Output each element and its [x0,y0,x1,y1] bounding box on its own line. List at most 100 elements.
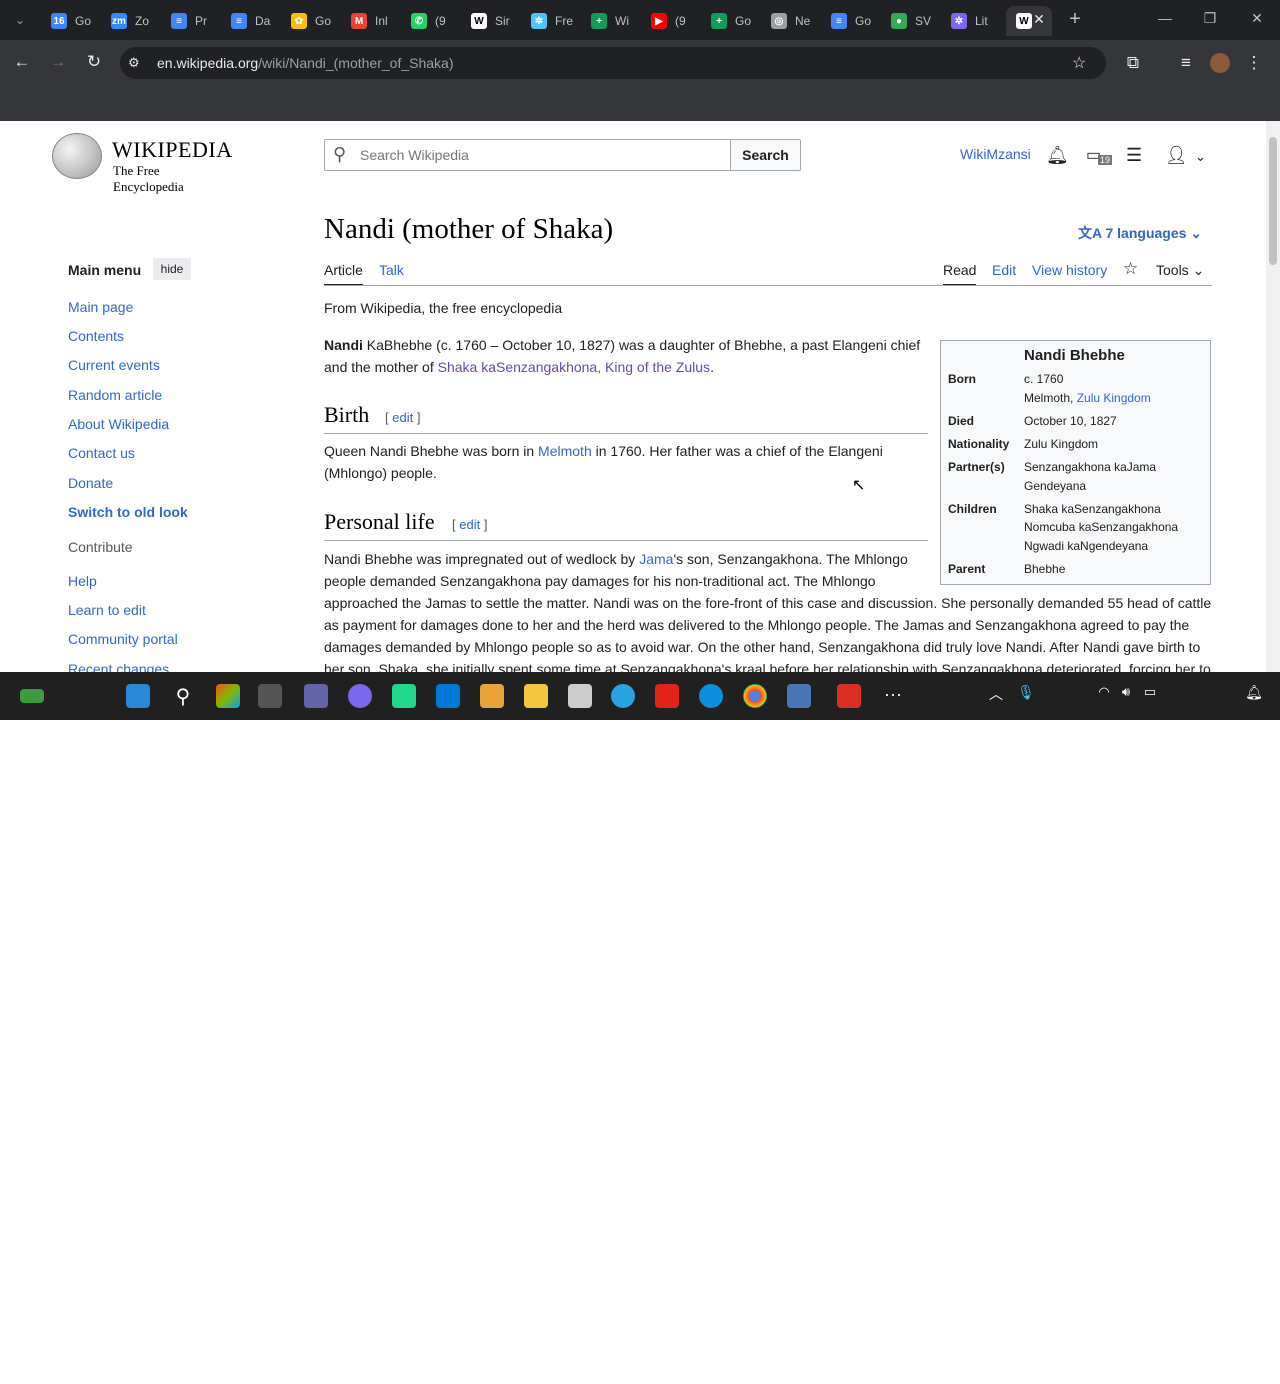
site-info-icon[interactable]: ⚙ [128,55,140,71]
more-apps-icon[interactable]: ··· [881,684,905,708]
tab-search-chevron-icon[interactable]: ⌄ [10,8,30,32]
search-input[interactable]: ⚲ Search Wikipedia [324,139,731,171]
reload-icon[interactable]: ↻ [82,50,106,74]
sidebar-item[interactable]: About Wikipedia [68,416,169,432]
tab-view-history[interactable]: View history [1032,262,1107,278]
browser-tab[interactable]: ✲ Lit [941,6,999,36]
contribute-item[interactable]: Community portal [68,631,178,647]
tab-talk[interactable]: Talk [379,262,404,278]
user-icon[interactable]: 👤︎ [1165,145,1188,166]
search-button[interactable]: Search [730,139,801,171]
extensions-icon[interactable]: ⧉ [1121,51,1145,75]
sidebar-item[interactable]: Donate [68,475,113,491]
watch-star-icon[interactable]: ☆ [1123,259,1138,279]
born-zulu-kingdom-link[interactable]: Zulu Kingdom [1077,391,1151,405]
close-tab-icon[interactable]: ✕ [1029,11,1049,28]
sidebar-item[interactable]: Switch to old look [68,504,188,520]
scrollbar-thumb[interactable] [1269,137,1277,265]
inkscape-icon[interactable] [568,684,592,708]
pdf-app-icon[interactable] [837,684,861,708]
user-menu-chevron-icon[interactable]: ⌄ [1195,149,1206,165]
melmoth-link[interactable]: Melmoth [538,443,592,459]
contribute-item[interactable]: Help [68,573,97,589]
nationality-link[interactable]: Zulu Kingdom [1024,437,1098,451]
tab-edit[interactable]: Edit [992,262,1016,278]
bookmark-star-icon[interactable]: ☆ [1072,53,1086,73]
pycharm-icon[interactable] [392,684,416,708]
browser-tab[interactable]: W Sir [461,6,519,36]
partner-link[interactable]: Senzangakhona kaJama [1024,460,1156,474]
tools-menu[interactable]: Tools ⌄ [1156,262,1204,279]
search-icon[interactable]: ⚲ [171,684,195,708]
browser-tab[interactable]: + Wi [581,6,639,36]
browser-tab[interactable]: 16 Go [41,6,99,36]
page-scrollbar[interactable] [1266,121,1280,672]
sidebar-item[interactable]: Main page [68,299,133,315]
back-icon[interactable]: ← [10,50,34,74]
birth-edit-link[interactable]: [ edit ] [385,410,420,425]
telegram-icon[interactable] [611,684,635,708]
profile-avatar[interactable] [1210,53,1230,73]
tray-chevron-icon[interactable]: ︿ [984,684,1008,708]
tab-read[interactable]: Read [943,262,976,278]
notification-bell-icon[interactable]: 🔔︎ [1242,684,1266,708]
browser-tab[interactable]: ≡ Go [821,6,879,36]
browser-tab[interactable]: ▶ (9 [641,6,699,36]
chrome-icon[interactable] [743,684,767,708]
hide-menu-button[interactable]: hide [153,258,191,280]
microphone-icon[interactable]: 🎙︎ [1014,684,1038,708]
wifi-icon[interactable]: ◠ [1092,684,1116,708]
browser-tab[interactable]: ● SV [881,6,939,36]
task-view-icon[interactable] [258,684,282,708]
widgets-icon[interactable] [20,689,44,703]
shaka-link[interactable]: Shaka kaSenzangakhona, King of the Zulus [438,359,710,375]
user-page-link[interactable]: WikiMzansi [960,146,1031,162]
store-icon[interactable] [436,684,460,708]
sidebar-item[interactable]: Contents [68,328,124,344]
teams-icon[interactable] [304,684,328,708]
minimize-icon[interactable]: — [1155,10,1175,26]
close-window-icon[interactable]: ✕ [1247,10,1267,27]
url-text[interactable]: en.wikipedia.org/wiki/Nandi_(mother_of_S… [157,55,454,71]
input-language[interactable]: ENG US [1052,1354,1076,1384]
copilot-icon[interactable] [216,684,240,708]
child-ngwadi-redlink[interactable]: Ngwadi kaNgendeyana [1024,539,1148,553]
volume-icon[interactable]: 🔊︎ [1114,684,1138,708]
child-shaka-link[interactable]: Shaka kaSenzangakhona [1024,502,1161,516]
restore-icon[interactable]: ❐ [1200,10,1220,27]
browser-tab[interactable]: zm Zo [101,6,159,36]
browser-tab[interactable]: ✲ Fre [521,6,579,36]
sidebar-item[interactable]: Contact us [68,445,135,461]
app-window-icon[interactable] [787,684,811,708]
forward-icon[interactable]: → [46,50,70,74]
more-menu-icon[interactable]: ⋮ [1242,51,1266,75]
clock[interactable]: 14:21 2024/05/16 [1172,1354,1236,1384]
browser-tab[interactable]: ◎ Ne [761,6,819,36]
browser-tab[interactable]: + Go [701,6,759,36]
browser-tab[interactable]: M Inl [341,6,399,36]
sidebar-item[interactable]: Random article [68,387,162,403]
browser-tab[interactable]: ✆ (9 [401,6,459,36]
edge-icon[interactable] [699,684,723,708]
battery-icon[interactable]: ▭ [1138,684,1162,708]
media-controls-icon[interactable]: ≡ [1174,51,1198,75]
personal-life-edit-link[interactable]: [ edit ] [452,517,487,532]
tab-article[interactable]: Article [324,262,363,278]
new-tab-icon[interactable]: + [1065,8,1085,31]
browser-tab[interactable]: ≡ Da [221,6,279,36]
wikipedia-logo[interactable]: WIKIPEDIA The Free Encyclopedia [52,133,232,194]
acrobat-icon[interactable] [655,684,679,708]
languages-button[interactable]: 文A 7 languages ⌄ [1078,223,1202,243]
jama-link[interactable]: Jama [639,551,673,567]
browser-tab[interactable]: ≡ Pr [161,6,219,36]
file-explorer-icon[interactable] [524,684,548,708]
notifications-bell-icon[interactable]: 🔔︎ [1046,145,1069,166]
browser-tab[interactable]: ✿ Go [281,6,339,36]
sidebar-item[interactable]: Current events [68,357,160,373]
notices-icon[interactable]: ▭ 19 [1086,145,1113,165]
contribute-item[interactable]: Recent changes [68,661,169,672]
contribute-item[interactable]: Learn to edit [68,602,146,618]
watchlist-icon[interactable]: ☰ [1126,145,1142,166]
app-icon[interactable] [348,684,372,708]
snipping-tool-icon[interactable] [480,684,504,708]
